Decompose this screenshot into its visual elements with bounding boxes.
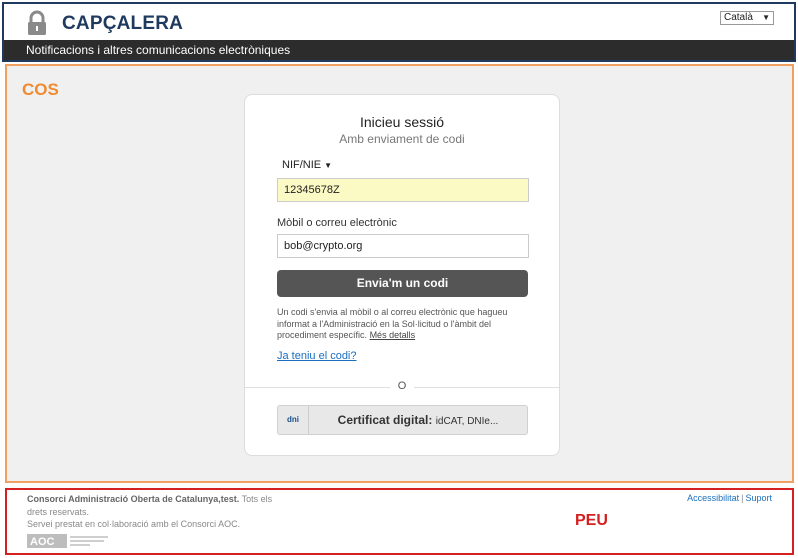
contact-input[interactable]: bob@crypto.org [277, 234, 529, 258]
language-value: Català [724, 12, 753, 23]
accessibility-link[interactable]: Accessibilitat [687, 493, 739, 503]
caret-down-icon: ▼ [324, 161, 333, 170]
chevron-down-icon: ▼ [762, 13, 770, 22]
footer-region: Consorci Administració Oberta de Catalun… [5, 488, 794, 555]
footer-service: Servei prestat en col·laboració amb el C… [27, 519, 241, 529]
digital-certificate-label: Certificat digital: idCAT, DNIe... [309, 406, 527, 436]
footer-org-name: Consorci Administració Oberta de Catalun… [27, 494, 240, 504]
app-subtitle-bar: Notificacions i altres comunicacions ele… [4, 40, 794, 60]
contact-label: Mòbil o correu electrònic [277, 217, 397, 229]
app-subtitle: Notificacions i altres comunicacions ele… [26, 43, 291, 57]
id-type-dropdown[interactable]: NIF/NIE ▼ [282, 159, 332, 171]
footer-link-separator: | [741, 493, 744, 503]
code-info-text: Un codi s'envia al mòbil o al correu ele… [277, 307, 529, 342]
support-link[interactable]: Suport [745, 493, 772, 503]
login-card: Inicieu sessió Amb enviament de codi NIF… [244, 94, 560, 456]
id-number-input[interactable]: 12345678Z [277, 178, 529, 202]
footer-copyright: Consorci Administració Oberta de Catalun… [27, 493, 287, 531]
header-region-label: CAPÇALERA [62, 13, 184, 34]
header-region: CAPÇALERA Català ▼ Notificacions i altre… [2, 2, 796, 62]
body-region: COS Inicieu sessió Amb enviament de codi… [5, 64, 794, 483]
more-details-link[interactable]: Més detalls [370, 330, 416, 340]
page: CAPÇALERA Català ▼ Notificacions i altre… [0, 0, 798, 558]
cert-label-options: idCAT, DNIe... [435, 416, 499, 427]
body-region-label: COS [22, 80, 59, 99]
cert-label-main: Certificat digital: [337, 413, 433, 427]
aoc-logo-text: AOC [30, 536, 55, 548]
dni-icon: dni [278, 406, 309, 434]
digital-certificate-button[interactable]: dni Certificat digital: idCAT, DNIe... [277, 405, 528, 435]
lock-icon [28, 10, 46, 35]
language-select[interactable]: Català ▼ [720, 11, 774, 25]
have-code-link[interactable]: Ja teniu el codi? [277, 350, 357, 362]
id-type-label: NIF/NIE [282, 159, 322, 171]
login-title: Inicieu sessió [359, 114, 445, 130]
or-separator: O [390, 380, 414, 392]
send-code-button[interactable]: Envia'm un codi [277, 270, 528, 297]
aoc-logo: AOC [27, 534, 108, 548]
dni-icon-text: dni [287, 415, 299, 424]
login-subtitle: Amb enviament de codi [339, 132, 465, 146]
footer-region-label: PEU [575, 512, 608, 529]
footer-links: Accessibilitat | Suport [687, 493, 772, 503]
